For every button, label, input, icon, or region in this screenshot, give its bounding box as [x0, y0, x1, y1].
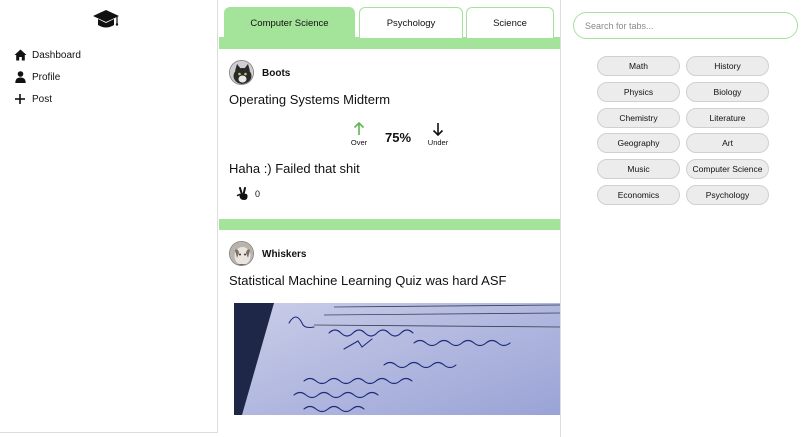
chip-history[interactable]: History [686, 56, 769, 76]
post-title: Statistical Machine Learning Quiz was ha… [229, 273, 507, 288]
arrow-down-icon [425, 122, 451, 138]
post-title: Operating Systems Midterm [229, 92, 391, 107]
arrow-up-icon [347, 121, 371, 138]
chip-literature[interactable]: Literature [686, 108, 769, 128]
chip-physics[interactable]: Physics [597, 82, 680, 102]
tab-science[interactable]: Science [466, 7, 554, 38]
nav-dashboard-label: Dashboard [32, 49, 81, 61]
tabs-panel: Math History Physics Biology Chemistry L… [560, 0, 806, 437]
tab-bar: Computer Science Psychology Science [219, 0, 560, 49]
post-card: Boots Operating Systems Midterm Over 75%… [219, 49, 560, 219]
chip-computer-science[interactable]: Computer Science [686, 159, 769, 179]
peace-hand-icon [236, 187, 250, 201]
tab-computer-science[interactable]: Computer Science [224, 7, 355, 38]
chip-economics[interactable]: Economics [597, 185, 680, 205]
vote-over-button[interactable]: Over [347, 121, 371, 147]
post-username[interactable]: Boots [262, 68, 290, 79]
vote-over-label: Over [350, 138, 368, 147]
nav-profile[interactable]: Profile [13, 70, 60, 84]
nav-post-label: Post [32, 93, 53, 105]
user-icon [13, 70, 27, 84]
post-caption: Haha :) Failed that shit [229, 161, 360, 176]
chip-art[interactable]: Art [686, 133, 769, 153]
avatar[interactable] [229, 60, 254, 85]
vote-percent: 75% [385, 130, 412, 145]
post-image[interactable] [234, 303, 560, 415]
feed: Computer Science Psychology Science Boot… [219, 0, 560, 437]
tab-strip [219, 37, 560, 49]
vote-under-label: Under [427, 138, 449, 147]
chip-math[interactable]: Math [597, 56, 680, 76]
chip-biology[interactable]: Biology [686, 82, 769, 102]
plus-icon [13, 92, 27, 106]
chip-geography[interactable]: Geography [597, 133, 680, 153]
nav-post[interactable]: Post [13, 92, 52, 106]
avatar[interactable] [229, 241, 254, 266]
reaction-count: 0 [255, 189, 261, 199]
chip-chemistry[interactable]: Chemistry [597, 108, 680, 128]
post-card: Whiskers Statistical Machine Learning Qu… [219, 230, 560, 437]
post-username[interactable]: Whiskers [262, 249, 306, 260]
chip-psychology[interactable]: Psychology [686, 185, 769, 205]
post-divider [219, 219, 560, 230]
home-icon [13, 48, 27, 62]
vote-under-button[interactable]: Under [425, 122, 451, 147]
chip-music[interactable]: Music [597, 159, 680, 179]
tab-search-input[interactable] [573, 12, 798, 39]
nav-profile-label: Profile [32, 71, 61, 83]
graduation-cap-icon[interactable] [92, 9, 120, 31]
tab-psychology[interactable]: Psychology [359, 7, 463, 38]
reaction-button[interactable]: 0 [236, 187, 260, 201]
nav-dashboard[interactable]: Dashboard [13, 48, 81, 62]
left-sidebar: Dashboard Profile Post [0, 0, 218, 433]
